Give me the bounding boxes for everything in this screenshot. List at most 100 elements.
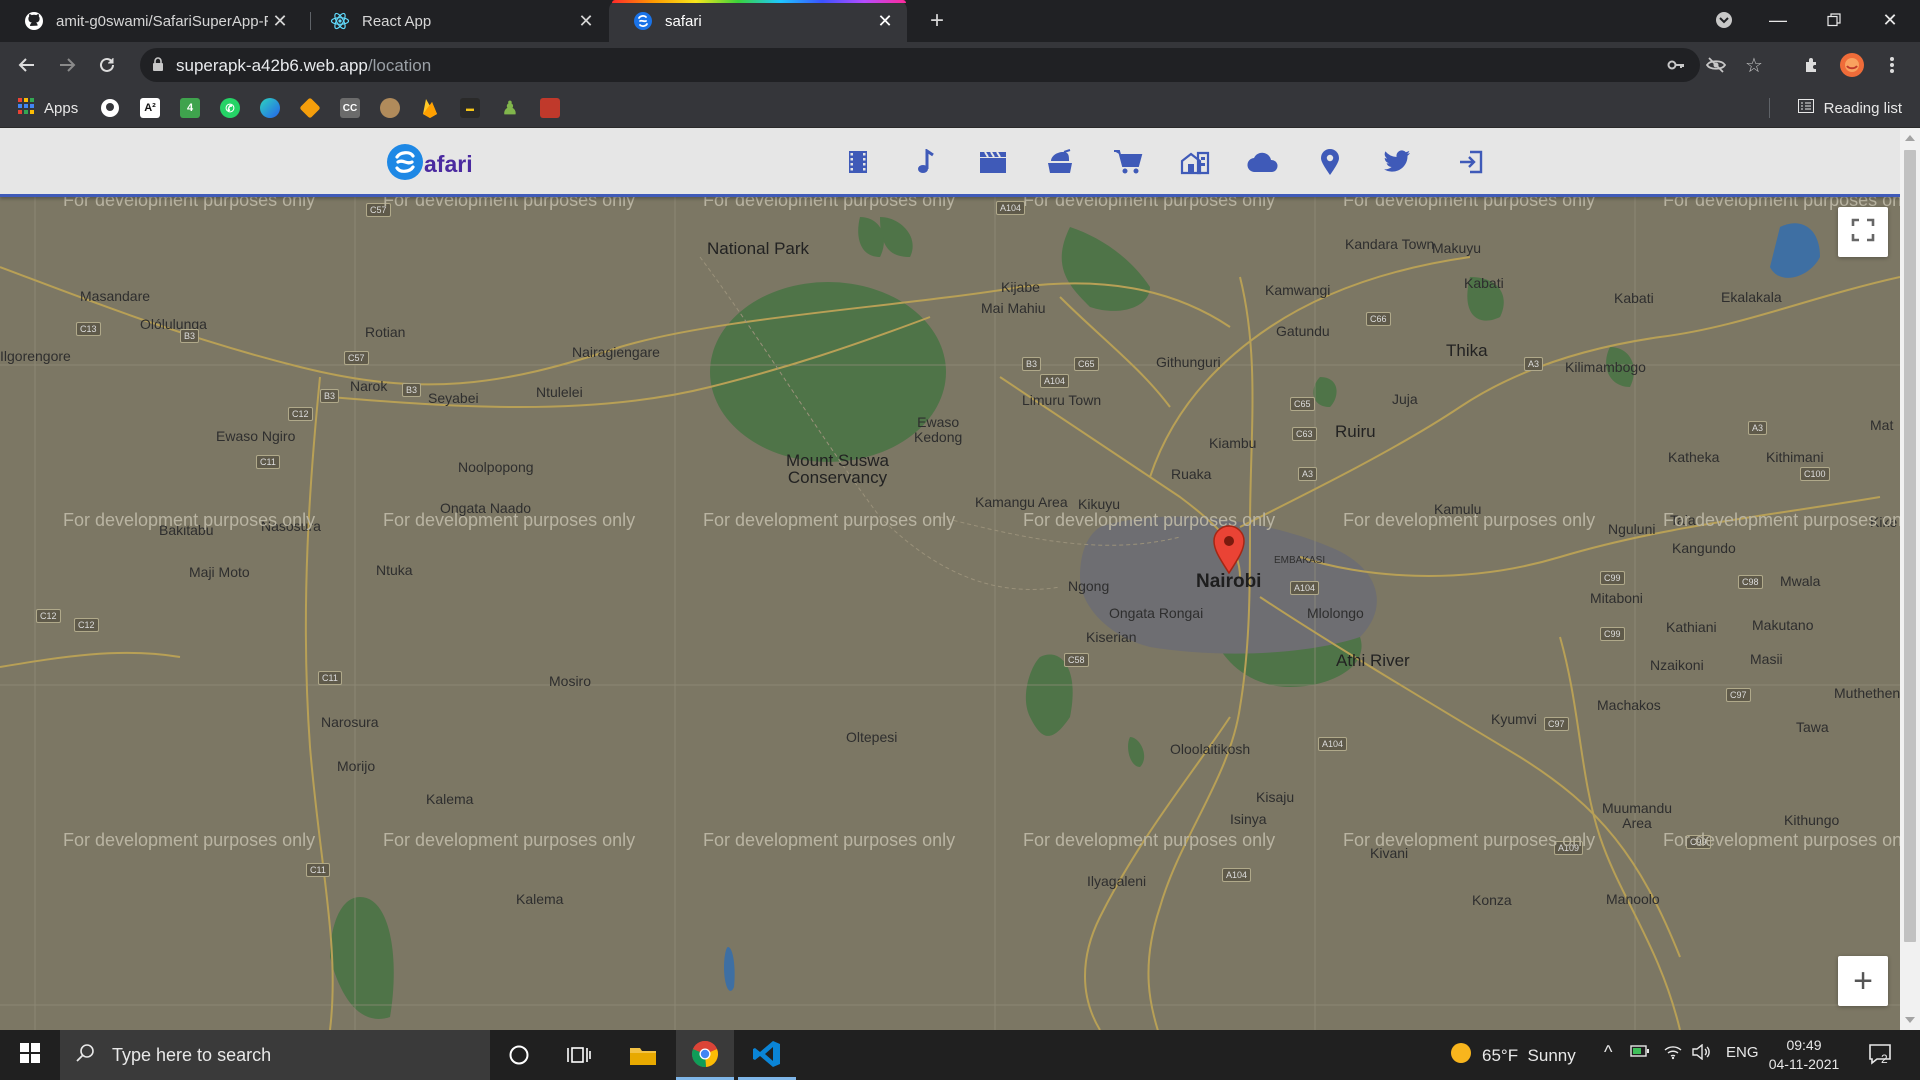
map-label: Noolpopong: [458, 459, 534, 475]
clapper-icon[interactable]: [977, 146, 1009, 178]
real-estate-icon[interactable]: [1179, 146, 1211, 178]
map-label: Nairagiengare: [572, 344, 660, 360]
back-icon[interactable]: [12, 50, 42, 80]
page-scrollbar[interactable]: [1900, 128, 1920, 1030]
tab-audio-rainbow-indicator: [612, 0, 906, 3]
notification-center-icon[interactable]: 2: [1868, 1042, 1894, 1068]
map-label: Kandara Town: [1345, 236, 1435, 252]
music-icon[interactable]: [910, 146, 942, 178]
taskbar-search[interactable]: Type here to search: [60, 1030, 490, 1080]
close-tab-icon[interactable]: ✕: [873, 9, 897, 33]
bookmark-whatsapp[interactable]: ✆: [220, 98, 240, 118]
chrome-taskbar-icon[interactable]: [676, 1030, 734, 1080]
close-tab-icon[interactable]: ✕: [574, 9, 598, 33]
bookmark-a-squared[interactable]: A²: [140, 98, 160, 118]
restore-icon[interactable]: [1806, 0, 1862, 40]
cortana-icon[interactable]: [490, 1030, 548, 1080]
more-menu-icon[interactable]: [1878, 51, 1906, 79]
map-label: Mitaboni: [1590, 590, 1643, 606]
map-label: Kalema: [516, 891, 564, 907]
weather-widget[interactable]: 65°F Sunny: [1450, 1042, 1576, 1069]
tab-github[interactable]: amit-g0swami/SafariSuperApp-R ✕: [0, 0, 302, 42]
eye-off-icon[interactable]: [1706, 55, 1726, 75]
road-shield: B3: [1022, 357, 1042, 371]
tab-react-app[interactable]: React App ✕: [306, 0, 608, 42]
cloud-icon[interactable]: [1247, 146, 1279, 178]
bookmark-lion[interactable]: [380, 98, 400, 118]
windows-taskbar: Type here to search 65°F Sunny ^ ENG 09:…: [0, 1030, 1920, 1080]
map-marker-pin-icon[interactable]: [1212, 524, 1246, 579]
extensions-icon[interactable]: [1798, 51, 1826, 79]
dev-watermark: For development purposes only: [63, 830, 316, 850]
food-icon[interactable]: [1044, 146, 1076, 178]
tab-safari[interactable]: safari ✕: [609, 0, 907, 42]
road-shield: C99: [1600, 571, 1625, 585]
road-shield: C12: [36, 609, 61, 623]
forward-icon[interactable]: [52, 50, 82, 80]
map-label: Rotian: [365, 324, 406, 340]
wifi-icon[interactable]: [1664, 1044, 1682, 1064]
task-view-icon[interactable]: [550, 1030, 608, 1080]
bookmark-github[interactable]: [100, 98, 120, 118]
vscode-icon[interactable]: [738, 1030, 796, 1080]
weather-text: 65°F Sunny: [1482, 1045, 1576, 1065]
star-icon[interactable]: ☆: [1744, 55, 1764, 77]
road-shield: A104: [1318, 737, 1348, 751]
url-path: /location: [367, 56, 432, 75]
lock-icon[interactable]: [152, 57, 164, 77]
bookmark-firebase[interactable]: [420, 98, 440, 118]
system-clock[interactable]: 09:49 04-11-2021: [1768, 1036, 1840, 1074]
language-indicator[interactable]: ENG: [1726, 1044, 1759, 1061]
map-label: Oltepesi: [846, 729, 898, 745]
zoom-in-button[interactable]: +: [1838, 956, 1888, 1006]
bookmark-edge[interactable]: [260, 98, 280, 118]
bookmark-apps[interactable]: Apps: [18, 98, 78, 118]
minimize-icon[interactable]: —: [1750, 0, 1806, 40]
road-shield: C98: [1738, 575, 1763, 589]
map-label: Manoolo: [1606, 891, 1660, 907]
layers-icon: [299, 97, 321, 119]
chevron-up-icon[interactable]: ^: [1604, 1042, 1612, 1063]
start-button[interactable]: [0, 1030, 60, 1080]
volume-icon[interactable]: [1692, 1043, 1712, 1064]
firebase-icon: [420, 98, 440, 118]
close-tab-icon[interactable]: ✕: [268, 9, 292, 33]
file-explorer-icon[interactable]: [614, 1030, 672, 1080]
scroll-down-arrow[interactable]: [1905, 1017, 1915, 1023]
road-shield: C11: [318, 671, 342, 685]
key-icon[interactable]: [1666, 55, 1686, 75]
bookmark-chess[interactable]: ♟: [500, 98, 520, 118]
battery-icon[interactable]: [1630, 1044, 1650, 1062]
map-label: Ongata Rongai: [1109, 605, 1204, 621]
address-bar[interactable]: superapk-a42b6.web.app/location ☆: [140, 48, 1763, 82]
cart-icon[interactable]: [1112, 146, 1144, 178]
new-tab-icon[interactable]: +: [924, 7, 950, 34]
scrollbar-thumb[interactable]: [1904, 150, 1916, 942]
avatar[interactable]: [1838, 51, 1866, 79]
bookmark-layers[interactable]: [299, 97, 321, 119]
close-window-icon[interactable]: ✕: [1862, 0, 1918, 40]
film-icon[interactable]: [842, 146, 874, 178]
brand-logo[interactable]: afari: [386, 143, 473, 186]
url-text[interactable]: superapk-a42b6.web.app/location: [176, 56, 431, 76]
safari-logo-icon: [633, 11, 653, 31]
map-label: Oloolaitikosh: [1170, 741, 1251, 757]
location-pin-icon[interactable]: [1314, 146, 1346, 178]
tab-search-icon[interactable]: [1696, 0, 1752, 40]
map-label: Kithimani: [1766, 449, 1824, 465]
logout-icon[interactable]: [1455, 146, 1487, 178]
road-shield: A104: [1040, 374, 1070, 388]
bookmark-imdb[interactable]: ▬: [460, 98, 480, 118]
reload-icon[interactable]: [92, 50, 122, 80]
fullscreen-button[interactable]: [1838, 207, 1888, 257]
google-map[interactable]: Masandare Olólulunga Ilgorengore Rotian …: [0, 197, 1900, 1030]
twitter-icon[interactable]: [1381, 146, 1413, 178]
bookmark-box[interactable]: [540, 98, 560, 118]
bookmark-cc[interactable]: CC: [340, 98, 360, 118]
road-shield: C57: [344, 351, 369, 365]
bookmark-four[interactable]: 4: [180, 98, 200, 118]
scroll-up-arrow[interactable]: [1905, 135, 1915, 141]
reading-list-button[interactable]: Reading list: [1797, 96, 1902, 120]
map-label: Kiserian: [1086, 629, 1137, 645]
map-label: Muthethen: [1834, 685, 1900, 701]
